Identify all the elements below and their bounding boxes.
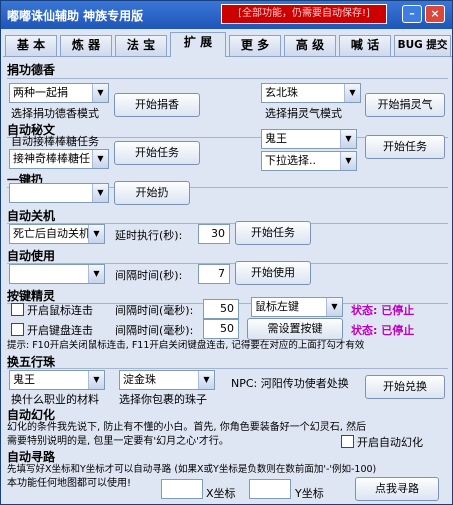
autouse-item-select[interactable]: ▼ — [9, 264, 105, 284]
chevron-down-icon: ▼ — [326, 298, 342, 316]
mouse-interval-input[interactable]: 50 — [203, 299, 239, 319]
exchange-class-hint: 换什么职业的材料 — [11, 393, 99, 406]
y-coordinate-input[interactable] — [249, 479, 291, 499]
chevron-down-icon: ▼ — [88, 371, 104, 389]
main-window: 嘟嘟诛仙辅助 神族专用版 [全部功能，仍需要自动保存!] – × 基 本 炼 器… — [0, 0, 453, 505]
extend-panel: 捐功德香 两种一起捐 ▼ 选择捐功德香模式 开始捐香 玄北珠 ▼ 选择捐灵气模式 开… — [3, 56, 452, 504]
section-title-donate: 捐功德香 — [7, 63, 56, 77]
chevron-down-icon: ▼ — [92, 84, 108, 102]
tab-bug-report[interactable]: BUG 提交 — [394, 35, 451, 56]
tab-basic[interactable]: 基 本 — [5, 35, 57, 56]
start-exchange-button[interactable]: 开始兑换 — [365, 375, 445, 399]
shutdown-delay-input[interactable]: 30 — [198, 224, 230, 244]
y-coordinate-label: Y坐标 — [295, 487, 324, 500]
section-title-shutdown: 自动关机 — [7, 209, 56, 223]
pathfind-desc-line2: 本功能任何地图都可以使用! — [7, 478, 132, 489]
section-title-autouse: 自动使用 — [7, 249, 56, 263]
chevron-down-icon: ▼ — [340, 152, 356, 170]
tab-treasure[interactable]: 法 宝 — [115, 35, 167, 56]
pathfind-desc-line1: 先填写好X坐标和Y坐标才可以自动寻路 (如果X或Y坐标是负数则在数前面加'-'例… — [7, 464, 377, 475]
keyboard-click-checkbox[interactable] — [11, 323, 24, 336]
chevron-down-icon: ▼ — [340, 130, 356, 148]
tab-extend[interactable]: 扩 展 — [170, 32, 226, 57]
start-donate-spirit-button[interactable]: 开始捐灵气 — [365, 93, 445, 117]
quest-class-select[interactable]: 鬼王 ▼ — [261, 129, 357, 149]
keyboard-status-label: 状态: 已停止 — [351, 324, 415, 337]
chevron-down-icon: ▼ — [92, 150, 108, 168]
start-quest-button[interactable]: 开始任务 — [114, 141, 200, 165]
exchange-bead-select[interactable]: 淀金珠 ▼ — [119, 370, 215, 390]
shutdown-mode-select[interactable]: 死亡后自动关机 ▼ — [9, 224, 105, 244]
title-bar[interactable]: 嘟嘟诛仙辅助 神族专用版 [全部功能，仍需要自动保存!] – × — [1, 1, 452, 29]
auto-transform-checkbox[interactable] — [341, 435, 354, 448]
chevron-down-icon: ▼ — [198, 371, 214, 389]
notice-banner: [全部功能，仍需要自动保存!] — [221, 4, 387, 24]
tab-refine[interactable]: 炼 器 — [60, 35, 112, 56]
divider — [7, 78, 448, 79]
x-coordinate-input[interactable] — [161, 479, 203, 499]
tab-bar: 基 本 炼 器 法 宝 扩 展 更 多 高 级 喊 话 BUG 提交 — [3, 32, 452, 57]
divider — [7, 368, 448, 369]
chevron-down-icon: ▼ — [88, 225, 104, 243]
keyboard-click-label: 开启键盘连击 — [27, 324, 93, 337]
keyboard-interval-input[interactable]: 50 — [203, 319, 239, 339]
exchange-npc-label: NPC: 河阳传功使者处换 — [231, 377, 349, 390]
start-pathfind-button[interactable]: 点我寻路 — [355, 477, 439, 501]
donate-mode-select[interactable]: 两种一起捐 ▼ — [9, 83, 109, 103]
set-key-button[interactable]: 需设置按键 — [247, 318, 343, 340]
close-icon[interactable]: × — [425, 5, 445, 23]
autouse-interval-input[interactable]: 7 — [198, 264, 230, 284]
start-quest-button-2[interactable]: 开始任务 — [365, 135, 445, 159]
start-shutdown-button[interactable]: 开始任务 — [235, 221, 311, 245]
start-donate-button[interactable]: 开始捐香 — [114, 93, 200, 117]
mouse-interval-label: 间隔时间(毫秒): — [115, 304, 194, 317]
keysprite-tip: 提示: F10开启关闭鼠标连击, F11开启关闭键盘连击, 记得要在对应的上面打… — [7, 340, 365, 351]
donate-spirit-hint: 选择捐灵气模式 — [265, 107, 342, 120]
quest-select[interactable]: 接神奇棒棒糖任 ▼ — [9, 149, 109, 169]
mouse-click-label: 开启鼠标连击 — [27, 304, 93, 317]
discard-select[interactable]: ▼ — [9, 183, 109, 203]
tab-shout[interactable]: 喊 话 — [339, 35, 391, 56]
tab-advanced[interactable]: 高 级 — [284, 35, 336, 56]
chevron-down-icon: ▼ — [92, 184, 108, 202]
exchange-class-select[interactable]: 鬼王 ▼ — [9, 370, 105, 390]
donate-spirit-select[interactable]: 玄北珠 ▼ — [261, 83, 361, 103]
mouse-click-checkbox[interactable] — [11, 303, 24, 316]
start-discard-button[interactable]: 开始扔 — [114, 181, 190, 205]
quest-hint: 自动接棒棒糖任务 — [11, 135, 99, 148]
minimize-icon[interactable]: – — [402, 5, 422, 23]
donate-mode-hint: 选择捐功德香模式 — [11, 107, 99, 120]
mouse-status-label: 状态: 已停止 — [351, 304, 415, 317]
window-title: 嘟嘟诛仙辅助 神族专用版 — [7, 9, 144, 23]
transform-desc-line1: 幻化的条件我先说下, 防止有不懂的小白。首先, 你角色要装备好一个幻灵石, 然后 — [7, 422, 367, 433]
x-coordinate-label: X坐标 — [206, 487, 236, 500]
start-autouse-button[interactable]: 开始使用 — [235, 261, 311, 285]
keyboard-interval-label: 间隔时间(毫秒): — [115, 324, 194, 337]
quest-option-select[interactable]: 下拉选择.. ▼ — [261, 151, 357, 171]
mouse-button-select[interactable]: 鼠标左键 ▼ — [251, 297, 343, 317]
shutdown-delay-label: 延时执行(秒): — [115, 229, 183, 242]
transform-desc-line2: 需要特别说明的是, 包里一定要有'幻月之心'才行。 — [7, 436, 229, 447]
auto-transform-label: 开启自动幻化 — [357, 436, 423, 449]
tab-more[interactable]: 更 多 — [229, 35, 281, 56]
chevron-down-icon: ▼ — [88, 265, 104, 283]
autouse-interval-label: 间隔时间(秒): — [115, 269, 183, 282]
chevron-down-icon: ▼ — [344, 84, 360, 102]
exchange-bead-hint: 选择你包裹的珠子 — [119, 393, 207, 406]
